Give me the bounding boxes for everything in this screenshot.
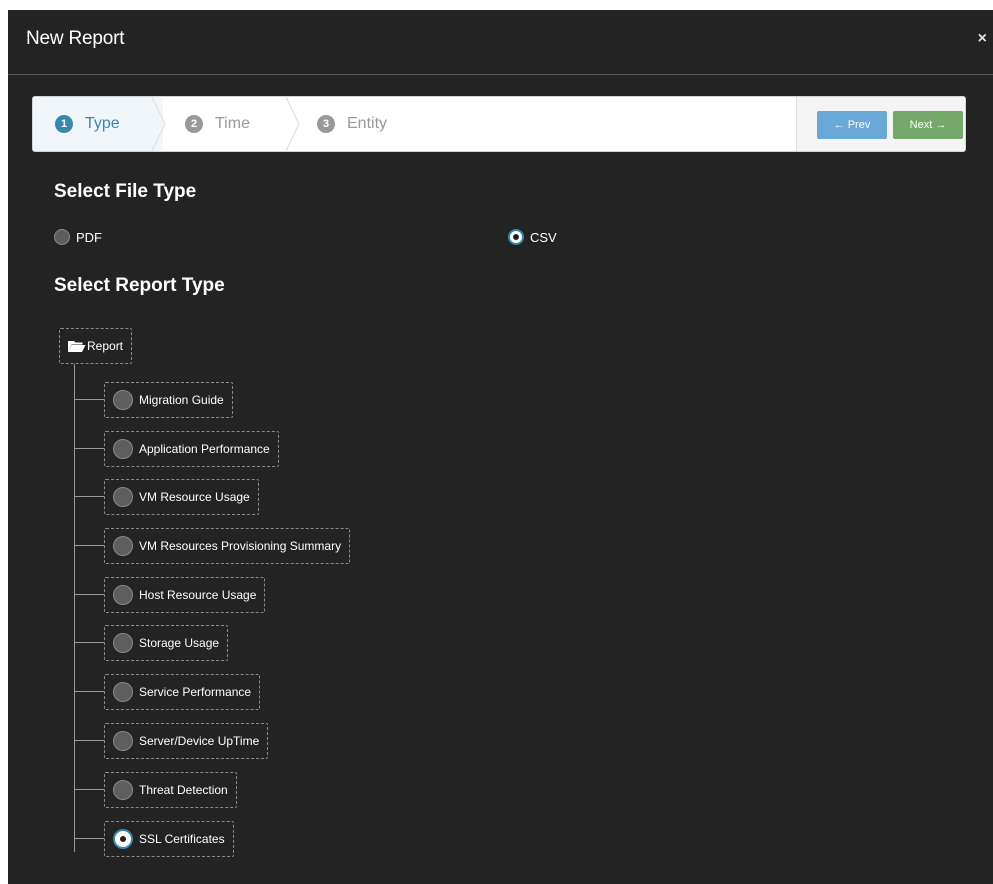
tree-branch-line xyxy=(74,448,104,449)
wizard-actions: ← Prev Next → xyxy=(796,97,965,151)
tree-item-label: Storage Usage xyxy=(139,636,220,650)
file-type-heading: Select File Type xyxy=(54,181,197,202)
step-type[interactable]: 1 Type xyxy=(33,97,163,151)
tree-item-label: Threat Detection xyxy=(139,783,228,797)
step-number-1: 1 xyxy=(55,115,73,133)
tree-item-threat-detection[interactable]: Threat Detection xyxy=(104,772,237,808)
tree-item-label: Host Resource Usage xyxy=(139,588,257,602)
tree-item-label: Application Performance xyxy=(139,442,270,456)
tree-item-storage-usage[interactable]: Storage Usage xyxy=(104,625,229,661)
tree-connector-line xyxy=(74,364,75,852)
report-radio[interactable] xyxy=(113,390,133,410)
report-type-heading: Select Report Type xyxy=(54,275,225,296)
report-radio[interactable] xyxy=(113,633,133,653)
pdf-label: PDF xyxy=(76,229,102,245)
tree-branch-line xyxy=(74,594,104,595)
tree-item-ssl-certificates[interactable]: SSL Certificates xyxy=(104,821,234,857)
csv-label: CSV xyxy=(530,229,557,245)
tree-item-label: VM Resource Usage xyxy=(139,490,250,504)
report-radio[interactable] xyxy=(113,439,133,459)
tree-item-label: VM Resources Provisioning Summary xyxy=(139,539,342,553)
tree-branch-line xyxy=(74,740,104,741)
prev-button[interactable]: ← Prev xyxy=(817,111,887,139)
tree-item-service-performance[interactable]: Service Performance xyxy=(104,674,261,710)
tree-item-label: SSL Certificates xyxy=(139,832,225,846)
tree-item-label: Server/Device UpTime xyxy=(139,734,260,748)
tree-branch-line xyxy=(74,691,104,692)
report-radio[interactable] xyxy=(113,487,133,507)
tree-branch-line xyxy=(74,838,104,839)
report-radio[interactable] xyxy=(113,829,133,849)
close-button[interactable]: × xyxy=(978,30,987,48)
tree-branch-line xyxy=(74,545,104,546)
tree-item-label: Service Performance xyxy=(139,685,252,699)
step-time[interactable]: 2 Time xyxy=(185,97,295,151)
wizard-steps: 1 Type 2 Time 3 Entity xyxy=(33,97,421,151)
new-report-modal: New Report × 1 Type 2 Time 3 Entity ← Pr… xyxy=(8,10,993,884)
pdf-radio[interactable] xyxy=(54,229,70,245)
report-radio[interactable] xyxy=(113,780,133,800)
step-separator-chevron-icon xyxy=(151,97,166,151)
tree-branch-line xyxy=(74,642,104,643)
tree-item-vm-resources-provisioning-summary[interactable]: VM Resources Provisioning Summary xyxy=(104,528,351,564)
report-radio[interactable] xyxy=(113,585,133,605)
tree-root-report[interactable]: Report xyxy=(59,328,133,364)
tree-branch-line xyxy=(74,496,104,497)
modal-title: New Report xyxy=(26,28,125,49)
tree-branch-line xyxy=(74,789,104,790)
report-radio[interactable] xyxy=(113,536,133,556)
step-number-3: 3 xyxy=(317,115,335,133)
tree-item-server-device-uptime[interactable]: Server/Device UpTime xyxy=(104,723,269,759)
csv-radio[interactable] xyxy=(508,229,524,245)
folder-open-icon xyxy=(68,341,86,352)
tree-branch-line xyxy=(74,399,104,400)
tree-item-vm-resource-usage[interactable]: VM Resource Usage xyxy=(104,479,259,515)
step-separator-chevron-icon xyxy=(285,97,300,151)
next-button[interactable]: Next → xyxy=(893,111,963,139)
report-radio[interactable] xyxy=(113,731,133,751)
step-entity[interactable]: 3 Entity xyxy=(317,97,421,151)
tree-item-label: Migration Guide xyxy=(139,393,224,407)
wizard-steps-bar: 1 Type 2 Time 3 Entity ← Prev Next → xyxy=(32,96,966,152)
step-number-2: 2 xyxy=(185,115,203,133)
step-label-entity: Entity xyxy=(347,115,388,132)
tree-root-label: Report xyxy=(87,339,124,353)
report-radio[interactable] xyxy=(113,682,133,702)
modal-header: New Report × xyxy=(8,10,993,75)
tree-item-application-performance[interactable]: Application Performance xyxy=(104,431,279,467)
step-label-type: Type xyxy=(85,115,120,132)
file-type-csv-option[interactable]: CSV xyxy=(508,229,557,245)
tree-item-host-resource-usage[interactable]: Host Resource Usage xyxy=(104,577,266,613)
file-type-pdf-option[interactable]: PDF xyxy=(54,229,102,245)
tree-item-migration-guide[interactable]: Migration Guide xyxy=(104,382,233,418)
step-label-time: Time xyxy=(215,115,250,132)
